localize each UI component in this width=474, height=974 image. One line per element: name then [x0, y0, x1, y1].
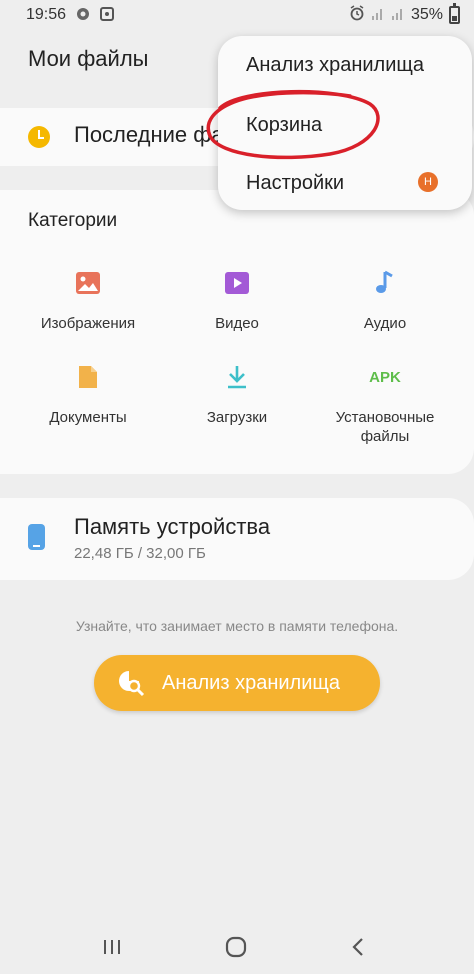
category-label: Документы: [49, 409, 127, 426]
storage-hint: Узнайте, что занимает место в памяти тел…: [75, 618, 399, 634]
category-label: Установочные файлы: [335, 409, 435, 445]
music-icon: [376, 270, 393, 293]
menu-item-trash[interactable]: Корзина: [246, 114, 322, 137]
device-memory-card[interactable]: Память устройства 22,48 ГБ / 32,00 ГБ: [0, 498, 474, 580]
category-documents[interactable]: Документы: [13, 360, 163, 427]
alarm-icon: [349, 4, 365, 26]
apk-icon: APK: [369, 368, 401, 386]
analyze-storage-label: Анализ хранилища: [162, 671, 340, 694]
status-time: 19:56: [26, 6, 67, 23]
category-label: Изображения: [40, 315, 136, 332]
category-video[interactable]: Видео: [162, 266, 312, 333]
categories-title: Категории: [28, 210, 118, 231]
video-icon: [225, 272, 249, 294]
overflow-menu: Анализ хранилища Корзина Настройки Н: [218, 36, 472, 210]
storage-analysis-icon: [119, 671, 145, 697]
menu-item-analyze-storage[interactable]: Анализ хранилища: [246, 54, 424, 77]
category-images[interactable]: Изображения: [13, 266, 163, 333]
clock-icon: [28, 126, 50, 148]
memory-usage: 22,48 ГБ / 32,00 ГБ: [74, 545, 206, 562]
category-label: Аудио: [363, 315, 407, 332]
category-label: Загрузки: [206, 409, 268, 426]
menu-item-settings[interactable]: Настройки: [246, 172, 344, 195]
new-badge: Н: [418, 172, 438, 192]
photo-notification-icon: [100, 6, 115, 24]
image-icon: [76, 272, 100, 294]
signal-icon: [391, 5, 405, 26]
document-icon: [79, 366, 97, 388]
page-title: Мои файлы: [28, 46, 149, 71]
category-label: Видео: [215, 315, 259, 332]
phone-icon: [28, 524, 45, 550]
analyze-storage-button[interactable]: Анализ хранилища: [94, 655, 380, 711]
navigation-bar: [0, 920, 474, 974]
battery-icon: [449, 3, 460, 24]
download-icon: [228, 366, 246, 389]
battery-percent: 35%: [410, 6, 443, 23]
recent-apps-icon[interactable]: [92, 930, 132, 964]
status-bar: 19:56 35%: [0, 0, 474, 30]
settings-circle-icon: [76, 7, 90, 24]
category-apk[interactable]: APK Установочные файлы: [310, 360, 460, 446]
category-audio[interactable]: Аудио: [310, 266, 460, 333]
home-icon[interactable]: [216, 930, 256, 964]
signal-icon: [371, 5, 385, 26]
memory-title: Память устройства: [74, 514, 271, 539]
category-downloads[interactable]: Загрузки: [162, 360, 312, 427]
categories-card: Категории Изображения Видео Аудио Докуме…: [0, 190, 474, 474]
back-icon[interactable]: [338, 930, 378, 964]
